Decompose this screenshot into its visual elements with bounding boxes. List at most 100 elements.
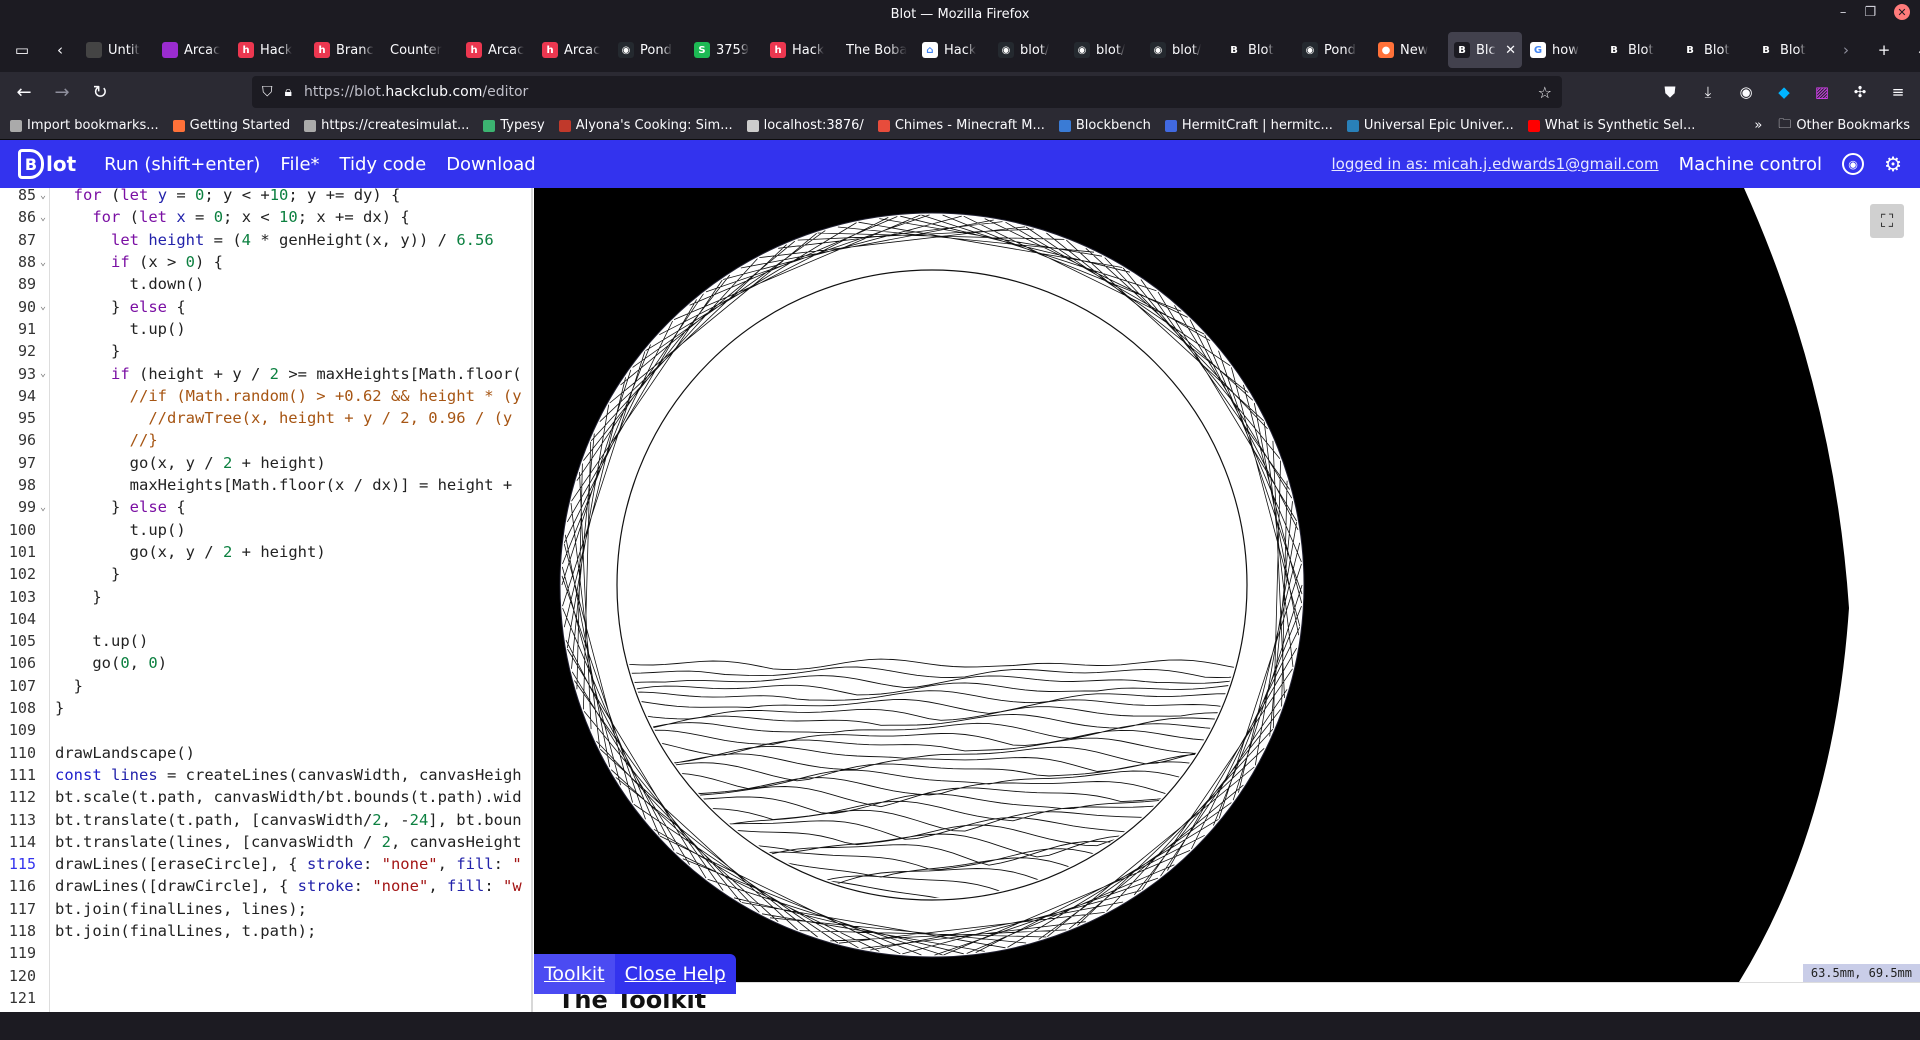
account-icon[interactable]: ◉ (1732, 83, 1760, 101)
code-line[interactable]: 97 go(x, y / 2 + height) (0, 452, 326, 474)
browser-tab[interactable]: ◉ Pond (612, 32, 686, 68)
minimize-icon[interactable]: – (1840, 5, 1847, 20)
scroll-tabs-right-icon[interactable]: › (1828, 34, 1864, 66)
firefox-view-icon[interactable]: ▭ (4, 34, 40, 66)
browser-tab[interactable]: h Arcac (460, 32, 534, 68)
code-line[interactable]: 93 ⌄ if (height + y / 2 >= maxHeights[Mat… (0, 362, 522, 384)
browser-tab[interactable]: Untit (80, 32, 154, 68)
scroll-tabs-left-icon[interactable]: ‹ (42, 34, 78, 66)
fold-chevron-icon[interactable]: ⌄ (36, 502, 50, 513)
settings-gear-icon[interactable]: ⚙ (1884, 152, 1902, 176)
code-line[interactable]: 86 ⌄ for (let x = 0; x < 10; x += dx) { (0, 206, 410, 228)
downloads-icon[interactable]: ⤓ (1694, 83, 1722, 101)
tracking-protection-icon[interactable]: ⛉ (262, 84, 273, 100)
code-line[interactable]: 113 bt.translate(t.path, [canvasWidth/2, … (0, 808, 522, 830)
bookmark-item[interactable]: https://createsimulat... (304, 118, 469, 133)
bookmark-item[interactable]: HermitCraft | hermitc... (1164, 118, 1333, 133)
code-line[interactable]: 111 const lines = createLines(canvasWidth… (0, 764, 522, 786)
list-all-tabs-icon[interactable]: ⌄ (1904, 34, 1920, 66)
code-line[interactable]: 110 drawLandscape() (0, 742, 195, 764)
browser-tab[interactable]: B Blc ✕ (1448, 32, 1522, 68)
code-line[interactable]: 105 t.up() (0, 630, 148, 652)
bookmark-item[interactable]: Chimes - Minecraft M... (877, 118, 1045, 133)
fold-chevron-icon[interactable]: ⌄ (36, 190, 50, 201)
code-line[interactable]: 107 } (0, 675, 83, 697)
code-line[interactable]: 112 bt.scale(t.path, canvasWidth/bt.bound… (0, 786, 522, 808)
browser-tab[interactable]: Ghow (1524, 32, 1598, 68)
code-line[interactable]: 104 (0, 608, 55, 630)
app-menu-icon[interactable]: ≡ (1884, 83, 1912, 101)
tidy-code-button[interactable]: Tidy code (340, 154, 427, 175)
browser-tab[interactable]: ◉ blot/ (1144, 32, 1218, 68)
forward-icon[interactable]: → (46, 76, 78, 108)
code-line[interactable]: 121 (0, 987, 55, 1009)
machine-control-button[interactable]: Machine control (1679, 154, 1822, 175)
fold-chevron-icon[interactable]: ⌄ (36, 257, 50, 268)
code-line[interactable]: 109 (0, 719, 55, 741)
code-line[interactable]: 102 } (0, 563, 120, 585)
browser-tab[interactable]: Counter (384, 32, 458, 68)
code-line[interactable]: 91 t.up() (0, 318, 186, 340)
code-line[interactable]: 120 (0, 965, 55, 987)
pocket-icon[interactable]: ⛊ (1656, 83, 1684, 101)
run-button[interactable]: Run (shift+enter) (104, 154, 260, 175)
code-line[interactable]: 103 } (0, 585, 102, 607)
bookmark-item[interactable]: What is Synthetic Sel... (1527, 118, 1695, 133)
browser-tab[interactable]: ⌂ Hack (916, 32, 990, 68)
code-line[interactable]: 88 ⌄ if (x > 0) { (0, 251, 223, 273)
browser-tab[interactable]: B Blot (1752, 32, 1826, 68)
browser-tab[interactable]: ◉ blot/ (992, 32, 1066, 68)
bookmark-item[interactable]: localhost:3876/ (746, 118, 864, 133)
blot-logo[interactable]: B lot (18, 149, 76, 179)
extensions-icon[interactable]: ✣ (1846, 83, 1874, 101)
github-icon[interactable]: ◉ (1842, 153, 1865, 175)
code-line[interactable]: 106 go(0, 0) (0, 652, 167, 674)
browser-tab[interactable]: S 3759 (688, 32, 762, 68)
browser-tab[interactable]: B Blot (1220, 32, 1294, 68)
code-line[interactable]: 96 //} (0, 429, 158, 451)
preview-canvas[interactable]: ⛶ 63.5mm, 69.5mm (534, 188, 1920, 982)
bookmark-item[interactable]: Alyona's Cooking: Sim... (558, 118, 733, 133)
browser-tab[interactable]: h Hack (232, 32, 306, 68)
fold-chevron-icon[interactable]: ⌄ (36, 212, 50, 223)
download-button[interactable]: Download (446, 154, 535, 175)
lock-icon[interactable]: 🔒︎ (285, 84, 292, 100)
close-window-icon[interactable]: ✕ (1894, 4, 1910, 20)
other-bookmarks[interactable]: 🗀︎ Other Bookmarks (1778, 115, 1910, 137)
bookmark-item[interactable]: Typesy (483, 118, 545, 133)
browser-tab[interactable]: B Blot (1676, 32, 1750, 68)
code-line[interactable]: 119 (0, 942, 55, 964)
code-editor[interactable]: 85 ⌄ for (let y = 0; y < +10; y += dy) {8… (0, 188, 533, 1012)
browser-tab[interactable]: Arcac (156, 32, 230, 68)
browser-tab[interactable]: h Arcac (536, 32, 610, 68)
address-bar[interactable]: ⛉ 🔒︎ https://blot.hackclub.com/editor ☆ (252, 76, 1562, 108)
restore-icon[interactable]: ❐ (1864, 5, 1876, 20)
code-line[interactable]: 99 ⌄ } else { (0, 496, 186, 518)
code-line[interactable]: 100 t.up() (0, 519, 186, 541)
extension-badge-icon[interactable]: ◆ (1770, 83, 1798, 101)
browser-tab[interactable]: ◉ Pond (1296, 32, 1370, 68)
bookmark-item[interactable]: Universal Epic Univer... (1346, 118, 1514, 133)
code-line[interactable]: 92 } (0, 340, 120, 362)
code-line[interactable]: 116 drawLines([drawCircle], { stroke: "no… (0, 875, 522, 897)
bookmark-item[interactable]: Getting Started (172, 118, 290, 133)
browser-tab[interactable]: ● New (1372, 32, 1446, 68)
code-line[interactable]: 108} (0, 697, 64, 719)
code-line[interactable]: 89 t.down() (0, 273, 204, 295)
url-text[interactable]: https://blot.hackclub.com/editor (304, 84, 528, 100)
bookmarks-overflow-icon[interactable]: » (1754, 118, 1762, 133)
code-line[interactable]: 122 drawLines(finalLines); (0, 1009, 260, 1012)
code-line[interactable]: 95 //drawTree(x, height + y / 2, 0.96 / … (0, 407, 512, 429)
extension-color-icon[interactable]: ▨ (1808, 83, 1836, 101)
code-line[interactable]: 115 drawLines([eraseCircle], { stroke: "n… (0, 853, 522, 875)
code-line[interactable]: 118 bt.join(finalLines, t.path); (0, 920, 316, 942)
code-line[interactable]: 94 //if (Math.random() > +0.62 && height… (0, 385, 522, 407)
fold-chevron-icon[interactable]: ⌄ (36, 368, 50, 379)
bookmark-item[interactable]: Blockbench (1058, 118, 1151, 133)
close-tab-icon[interactable]: ✕ (1505, 43, 1516, 58)
browser-tab[interactable]: h Branc (308, 32, 382, 68)
code-line[interactable]: 114 bt.translate(lines, [canvasWidth / 2,… (0, 831, 522, 853)
code-line[interactable]: 101 go(x, y / 2 + height) (0, 541, 326, 563)
file-menu[interactable]: File* (280, 154, 319, 175)
browser-tab[interactable]: h Hack (764, 32, 838, 68)
